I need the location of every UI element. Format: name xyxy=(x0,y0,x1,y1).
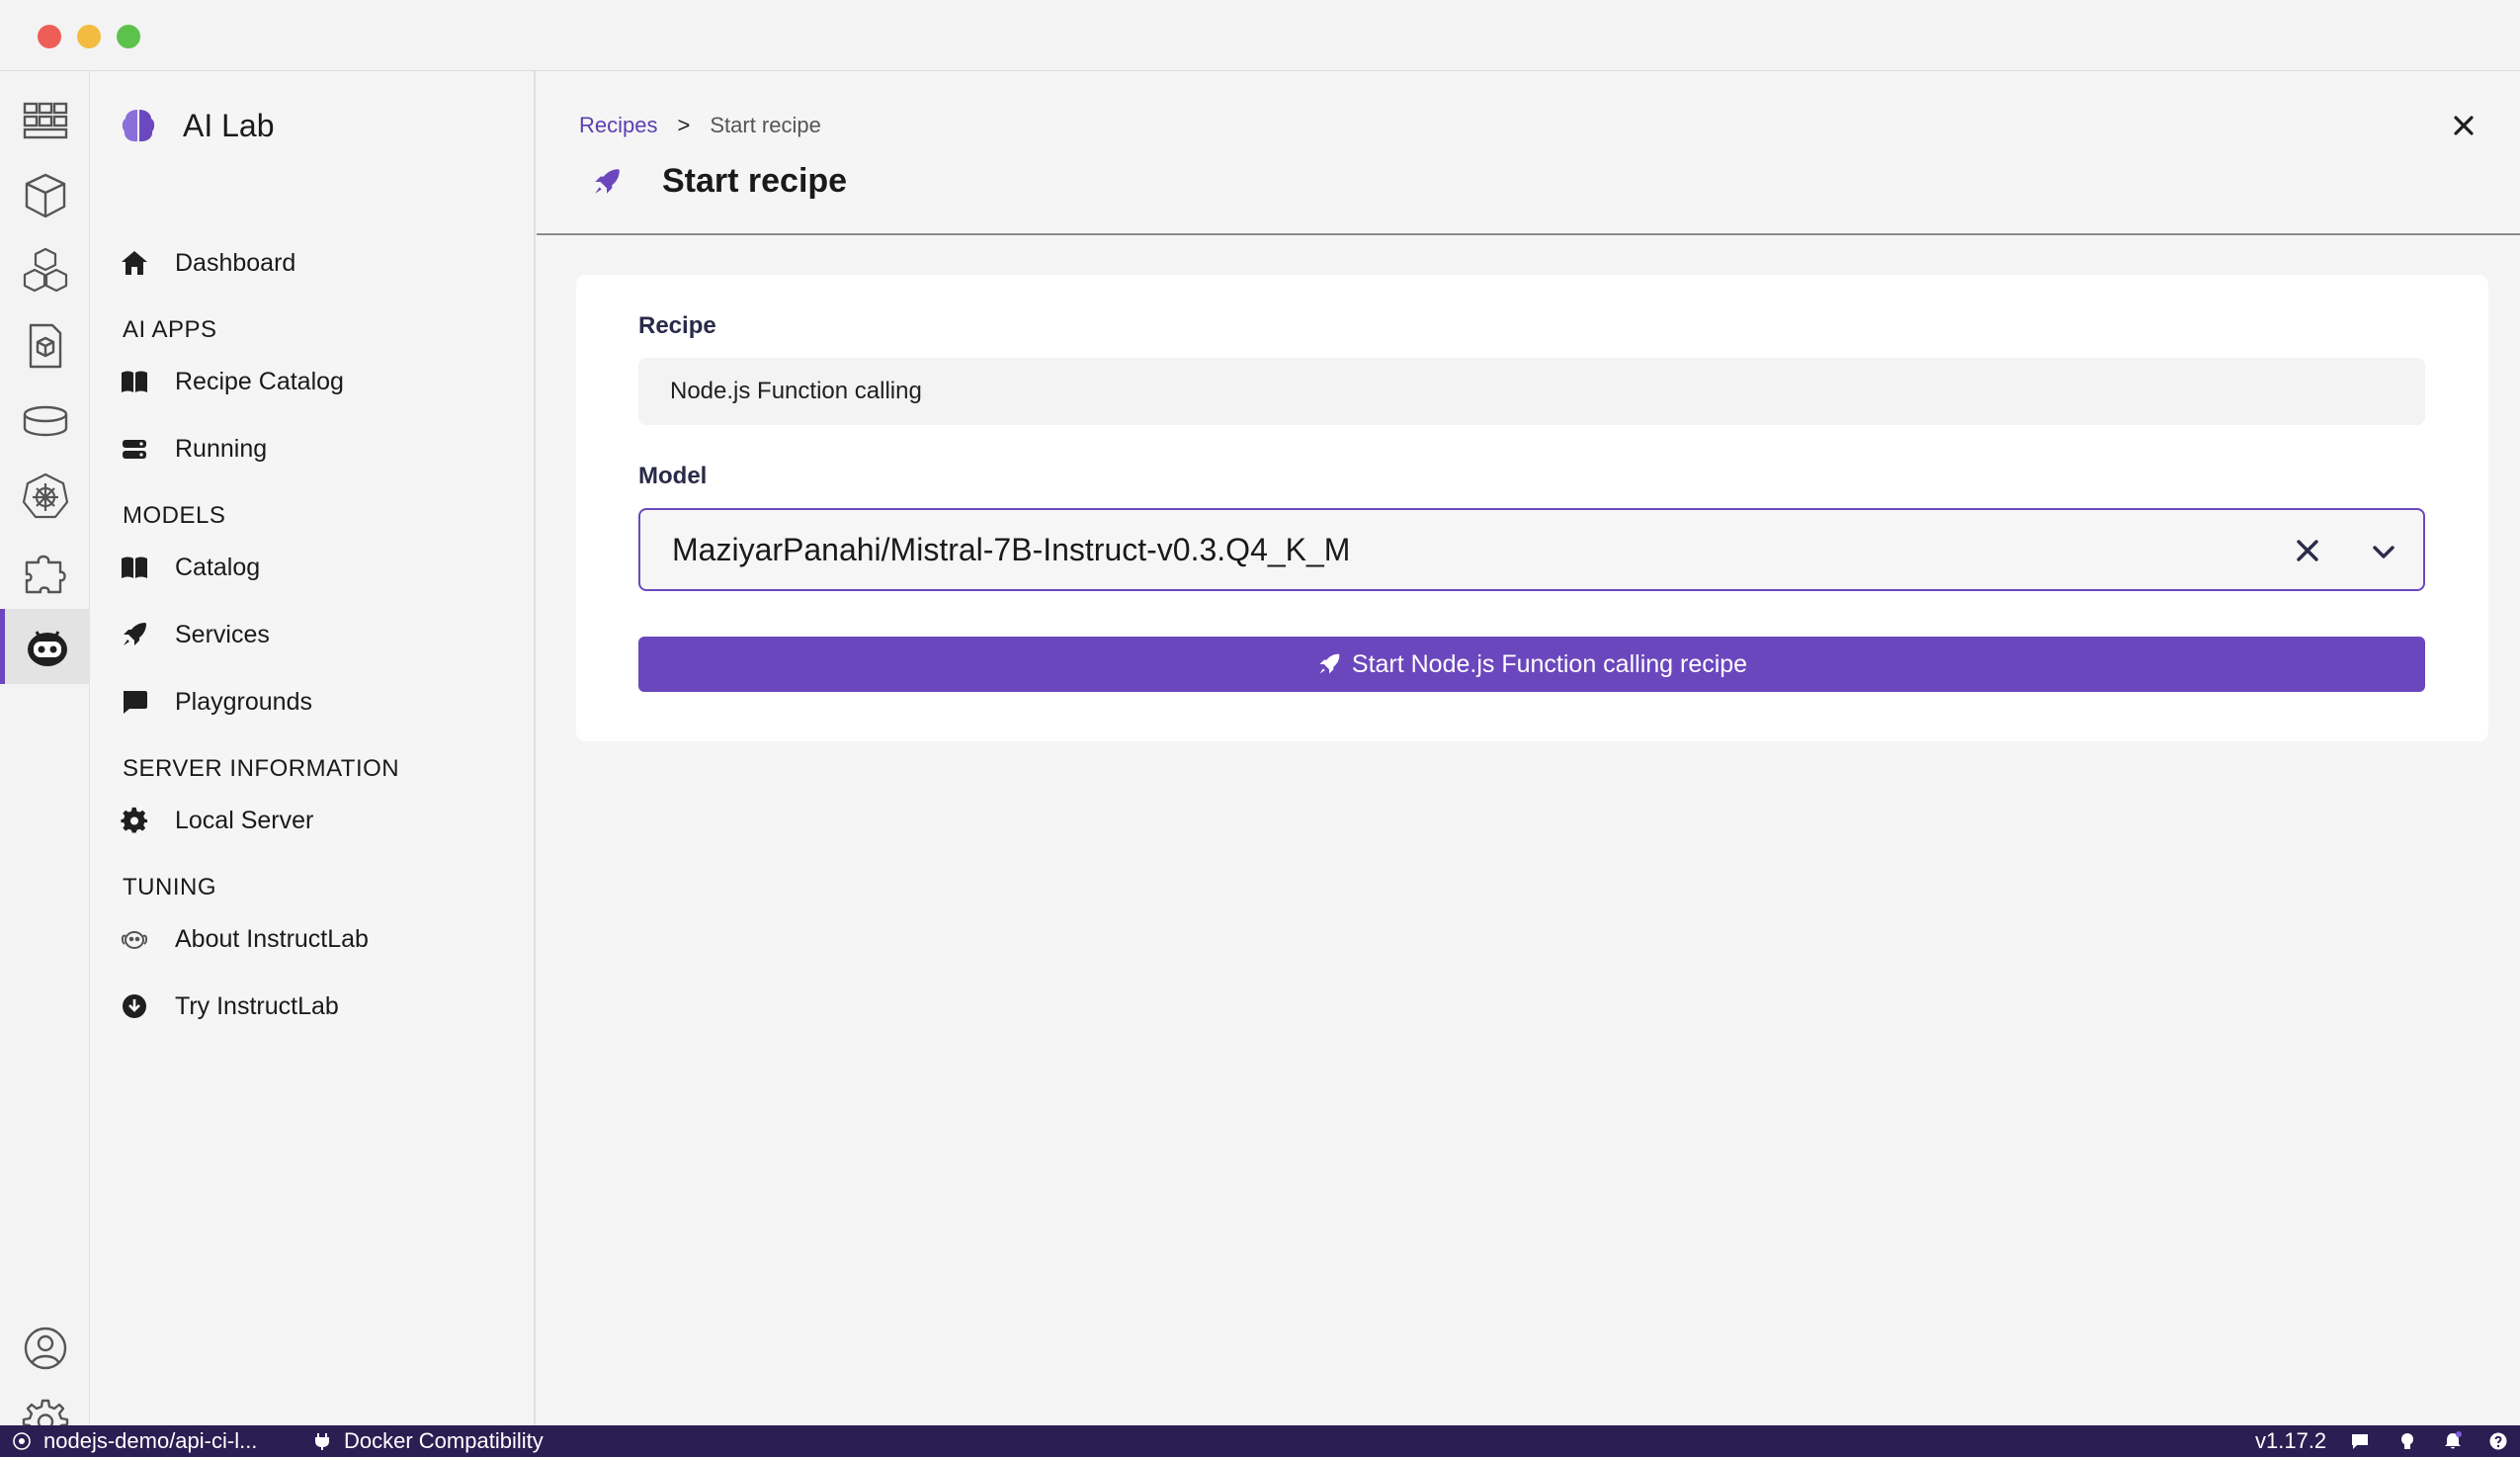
breadcrumb-separator: > xyxy=(677,113,691,137)
status-version: v1.17.2 xyxy=(2255,1425,2326,1457)
nav-services[interactable]: Services xyxy=(120,615,270,654)
rail-extensions-button[interactable] xyxy=(0,534,90,609)
rail-volumes-button[interactable] xyxy=(0,384,90,459)
section-ai-apps: AI APPS xyxy=(123,316,217,343)
bell-icon xyxy=(2445,1431,2462,1449)
chevron-down-icon[interactable] xyxy=(2368,536,2399,567)
status-bar: nodejs-demo/api-ci-l... Docker Compatibi… xyxy=(0,1425,2520,1457)
disk-icon xyxy=(23,405,67,437)
nav-catalog[interactable]: Catalog xyxy=(120,548,260,587)
chat-bubble-icon xyxy=(124,691,147,714)
nav-try-instructlab-label: Try InstructLab xyxy=(175,991,339,1020)
book-open-icon xyxy=(122,371,147,392)
minimize-window-button[interactable] xyxy=(77,25,101,48)
breadcrumb-current: Start recipe xyxy=(710,113,821,137)
window-titlebar xyxy=(0,0,2520,71)
help-circle-icon xyxy=(2489,1432,2507,1450)
rocket-icon xyxy=(595,168,620,194)
rail-dashboard-button[interactable] xyxy=(0,83,90,158)
status-notifications[interactable] xyxy=(2443,1425,2463,1457)
nav-dashboard[interactable]: Dashboard xyxy=(120,243,295,283)
ai-lab-sidebar: AI Lab Dashboard AI APPS Recipe Catalog … xyxy=(90,71,536,1425)
nav-about-instructlab[interactable]: About InstructLab xyxy=(120,919,369,959)
status-context-text: nodejs-demo/api-ci-l... xyxy=(43,1428,258,1453)
rail-containers-button[interactable] xyxy=(0,158,90,233)
nav-local-server-label: Local Server xyxy=(175,806,314,834)
brand-title: AI Lab xyxy=(183,107,275,143)
helm-icon xyxy=(13,1432,31,1450)
rail-images-button[interactable] xyxy=(0,308,90,384)
lightbulb-icon xyxy=(2401,1433,2413,1449)
page-title: Start recipe xyxy=(662,162,848,200)
section-server-information: SERVER INFORMATION xyxy=(123,755,400,782)
puzzle-icon xyxy=(25,555,66,594)
nav-running-label: Running xyxy=(175,434,268,463)
status-engine-text: Docker Compatibility xyxy=(344,1428,544,1453)
rocket-icon xyxy=(124,623,146,645)
instructlab-dog-icon xyxy=(121,931,148,949)
nav-try-instructlab[interactable]: Try InstructLab xyxy=(120,986,339,1026)
server-icon xyxy=(123,440,146,459)
main-content: Recipes > Start recipe Start recipe Reci… xyxy=(537,71,2520,1425)
rail-kubernetes-button[interactable] xyxy=(0,459,90,534)
status-engine[interactable]: Docker Compatibility xyxy=(312,1425,544,1457)
nav-running[interactable]: Running xyxy=(120,429,267,469)
image-file-icon xyxy=(29,323,61,369)
model-selected-value: MaziyarPanahi/Mistral-7B-Instruct-v0.3.Q… xyxy=(672,531,1351,567)
brand: AI Lab xyxy=(120,107,275,144)
nav-services-label: Services xyxy=(175,620,270,648)
nav-recipe-catalog[interactable]: Recipe Catalog xyxy=(120,362,344,401)
recipe-value: Node.js Function calling xyxy=(670,378,922,404)
plug-icon xyxy=(315,1433,329,1450)
start-recipe-button[interactable]: Start Node.js Function calling recipe xyxy=(638,637,2425,692)
grid-icon xyxy=(23,102,67,139)
status-version-text: v1.17.2 xyxy=(2255,1428,2327,1453)
status-help[interactable] xyxy=(2488,1425,2508,1457)
nav-playgrounds-label: Playgrounds xyxy=(175,687,312,716)
maximize-window-button[interactable] xyxy=(117,25,140,48)
model-label: Model xyxy=(638,463,708,489)
close-icon[interactable] xyxy=(2449,111,2478,140)
status-kube-context[interactable]: nodejs-demo/api-ci-l... xyxy=(12,1425,257,1457)
rail-account-button[interactable] xyxy=(0,1311,90,1386)
model-select[interactable]: MaziyarPanahi/Mistral-7B-Instruct-v0.3.Q… xyxy=(638,508,2425,591)
brain-icon xyxy=(122,110,155,142)
chat-bubble-icon xyxy=(2352,1434,2368,1449)
start-recipe-button-label: Start Node.js Function calling recipe xyxy=(1351,649,1748,678)
download-circle-icon xyxy=(123,994,146,1018)
nav-playgrounds[interactable]: Playgrounds xyxy=(120,682,312,722)
nav-rail xyxy=(0,71,90,1445)
close-window-button[interactable] xyxy=(38,25,61,48)
nav-dashboard-label: Dashboard xyxy=(175,248,296,277)
nav-local-server[interactable]: Local Server xyxy=(120,801,313,840)
nav-about-instructlab-label: About InstructLab xyxy=(175,924,369,953)
helm-icon xyxy=(22,472,68,519)
home-icon xyxy=(122,251,147,275)
rail-pods-button[interactable] xyxy=(0,233,90,308)
cube-icon xyxy=(25,173,65,218)
rocket-icon xyxy=(1319,653,1340,674)
start-recipe-form: Recipe Node.js Function calling Model Ma… xyxy=(576,275,2488,741)
header-divider xyxy=(537,233,2520,235)
book-open-icon xyxy=(122,557,147,578)
cubes-icon xyxy=(23,247,67,293)
section-models: MODELS xyxy=(123,502,226,529)
status-feedback[interactable] xyxy=(2350,1425,2370,1457)
rail-ai-lab-button[interactable] xyxy=(0,609,90,684)
recipe-label: Recipe xyxy=(638,312,716,339)
breadcrumb: Recipes > Start recipe xyxy=(579,113,821,138)
user-circle-icon xyxy=(24,1327,66,1370)
section-tuning: TUNING xyxy=(123,874,216,900)
nav-recipe-catalog-label: Recipe Catalog xyxy=(175,367,344,395)
robot-icon xyxy=(28,631,67,666)
status-tips[interactable] xyxy=(2397,1425,2417,1457)
clear-icon[interactable] xyxy=(2291,534,2324,567)
breadcrumb-recipes-link[interactable]: Recipes xyxy=(579,113,657,138)
cog-icon xyxy=(121,807,148,833)
page-header: Start recipe xyxy=(591,162,847,201)
nav-catalog-label: Catalog xyxy=(175,553,261,581)
recipe-field: Node.js Function calling xyxy=(638,358,2425,425)
